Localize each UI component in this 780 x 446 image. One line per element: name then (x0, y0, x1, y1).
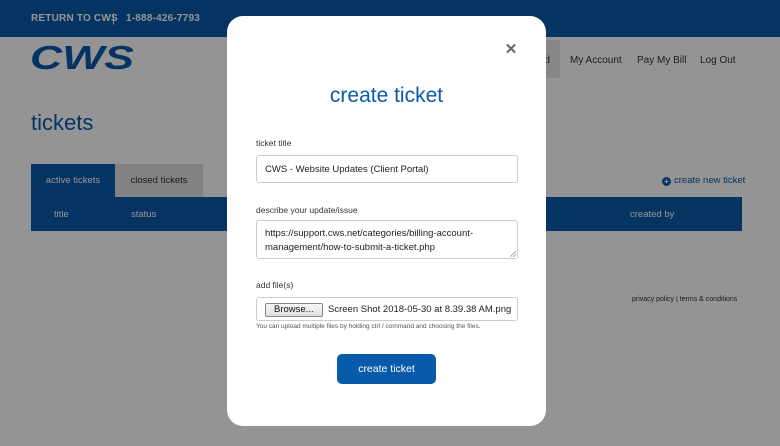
add-files-label: add file(s) (256, 280, 294, 290)
description-label: describe your update/issue (256, 205, 358, 215)
file-input[interactable]: Browse... Screen Shot 2018-05-30 at 8.39… (256, 297, 518, 321)
create-ticket-modal: ✕ create ticket ticket title describe yo… (227, 16, 546, 426)
ticket-title-input[interactable] (256, 155, 518, 183)
close-icon[interactable]: ✕ (504, 42, 518, 57)
description-textarea[interactable]: https://support.cws.net/categories/billi… (256, 220, 518, 259)
create-ticket-button[interactable]: create ticket (337, 354, 436, 384)
file-upload-hint: You can upload multiple files by holding… (256, 323, 481, 330)
selected-file-name: Screen Shot 2018-05-30 at 8.39.38 AM.png (328, 304, 512, 315)
resize-handle-icon[interactable] (509, 250, 516, 257)
browse-button[interactable]: Browse... (265, 303, 323, 317)
ticket-title-label: ticket title (256, 138, 292, 148)
modal-title: create ticket (329, 84, 444, 107)
